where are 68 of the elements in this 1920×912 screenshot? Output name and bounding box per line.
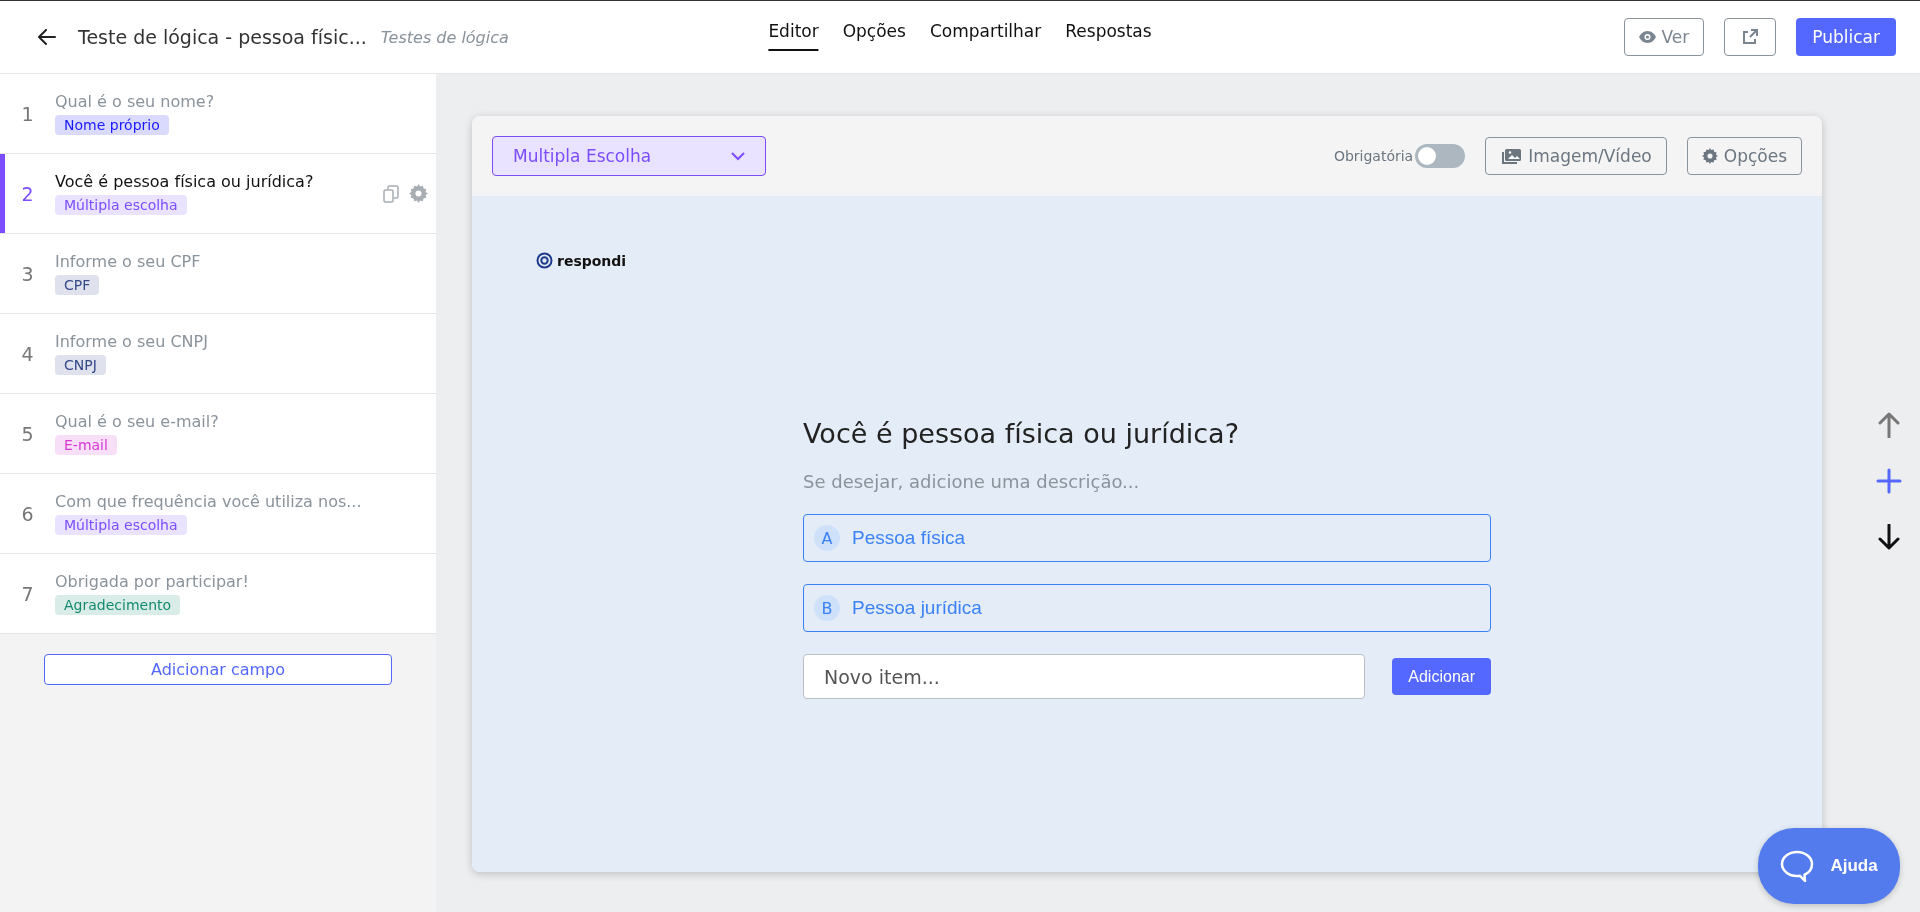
settings-icon[interactable] [409,184,428,203]
question-list-item[interactable]: 4 Informe o seu CNPJ CNPJ [0,314,436,394]
copy-icon[interactable] [383,184,399,203]
question-title: Informe o seu CNPJ [55,332,208,351]
logo-icon [536,252,553,269]
add-item-button[interactable]: Adicionar [1392,658,1491,695]
question-type-dropdown[interactable]: Multipla Escolha [492,136,766,176]
choice-letter: A [814,525,840,551]
question-number: 6 [20,502,35,525]
question-type-tag: CPF [55,275,100,295]
question-title: Informe o seu CPF [55,252,201,271]
question-title: Qual é o seu e-mail? [55,412,219,431]
question-type-tag: Múltipla escolha [55,515,187,535]
view-button[interactable]: Ver [1623,18,1705,56]
question-type-tag: Agradecimento [55,595,181,615]
question-number: 3 [20,262,35,285]
arrow-down-icon[interactable] [1878,524,1900,550]
question-title: Obrigada por participar! [55,572,249,591]
question-title: Com que frequência você utiliza nos... [55,492,362,511]
choice-label: Pessoa jurídica [852,597,982,619]
question-number: 4 [20,342,35,365]
publish-button[interactable]: Publicar [1796,18,1896,56]
choice-letter: B [814,595,840,621]
required-toggle[interactable] [1415,144,1466,168]
question-number: 7 [20,582,35,605]
question-heading[interactable]: Você é pessoa física ou jurídica? [803,418,1491,449]
images-icon [1500,147,1523,165]
question-title: Qual é o seu nome? [55,92,215,111]
question-list-item[interactable]: 1 Qual é o seu nome? Nome próprio [0,74,436,154]
folder-name[interactable]: Testes de lógica [380,27,509,47]
choice-option[interactable]: A Pessoa física [803,514,1491,562]
question-type-tag: Múltipla escolha [55,195,187,215]
back-arrow-icon[interactable] [36,27,58,47]
question-list-item[interactable]: 3 Informe o seu CPF CPF [0,234,436,314]
share-button[interactable] [1724,18,1777,56]
settings-icon [1701,148,1718,164]
question-number: 5 [20,422,35,445]
form-title: Teste de lógica - pessoa físic... [78,26,367,48]
arrow-up-icon[interactable] [1878,412,1900,438]
chevron-down-icon [731,151,745,161]
new-item-input[interactable]: Novo item... [803,654,1365,699]
question-number: 1 [20,102,35,125]
help-button[interactable]: Ajuda [1758,828,1900,904]
nav-tab[interactable]: Editor [768,21,819,51]
question-list-item[interactable]: 2 Você é pessoa física ou jurídica? Múltipla escolha [0,154,436,234]
image-video-button[interactable]: Imagem/Vídeo [1485,137,1667,175]
question-type-tag: CNPJ [55,355,106,375]
question-title: Você é pessoa física ou jurídica? [55,172,314,191]
brand-logo: respondi [557,252,627,269]
question-list-item[interactable]: 6 Com que frequência você utiliza nos... Múltipla escolha [0,474,436,554]
nav-tab[interactable]: Compartilhar [929,21,1042,51]
question-type-tag: Nome próprio [55,115,169,135]
nav-tab[interactable]: Respostas [1065,21,1152,51]
nav-tab[interactable]: Opções [842,21,906,51]
plus-icon[interactable] [1876,468,1902,494]
description-field[interactable]: Se desejar, adicione uma descrição... [803,471,1491,492]
add-field-button[interactable]: Adicionar campo [44,654,392,685]
question-number: 2 [20,182,35,205]
question-list-item[interactable]: 5 Qual é o seu e-mail? E-mail [0,394,436,474]
choice-option[interactable]: B Pessoa jurídica [803,584,1491,632]
question-list-item[interactable]: 7 Obrigada por participar! Agradecimento [0,554,436,634]
eye-icon [1638,31,1656,43]
question-type-tag: E-mail [55,435,117,455]
share-icon [1742,29,1759,45]
choice-label: Pessoa física [852,527,965,549]
required-label: Obrigatória [1333,148,1414,164]
chat-bubble-icon [1780,850,1815,882]
options-button[interactable]: Opções [1686,137,1802,175]
